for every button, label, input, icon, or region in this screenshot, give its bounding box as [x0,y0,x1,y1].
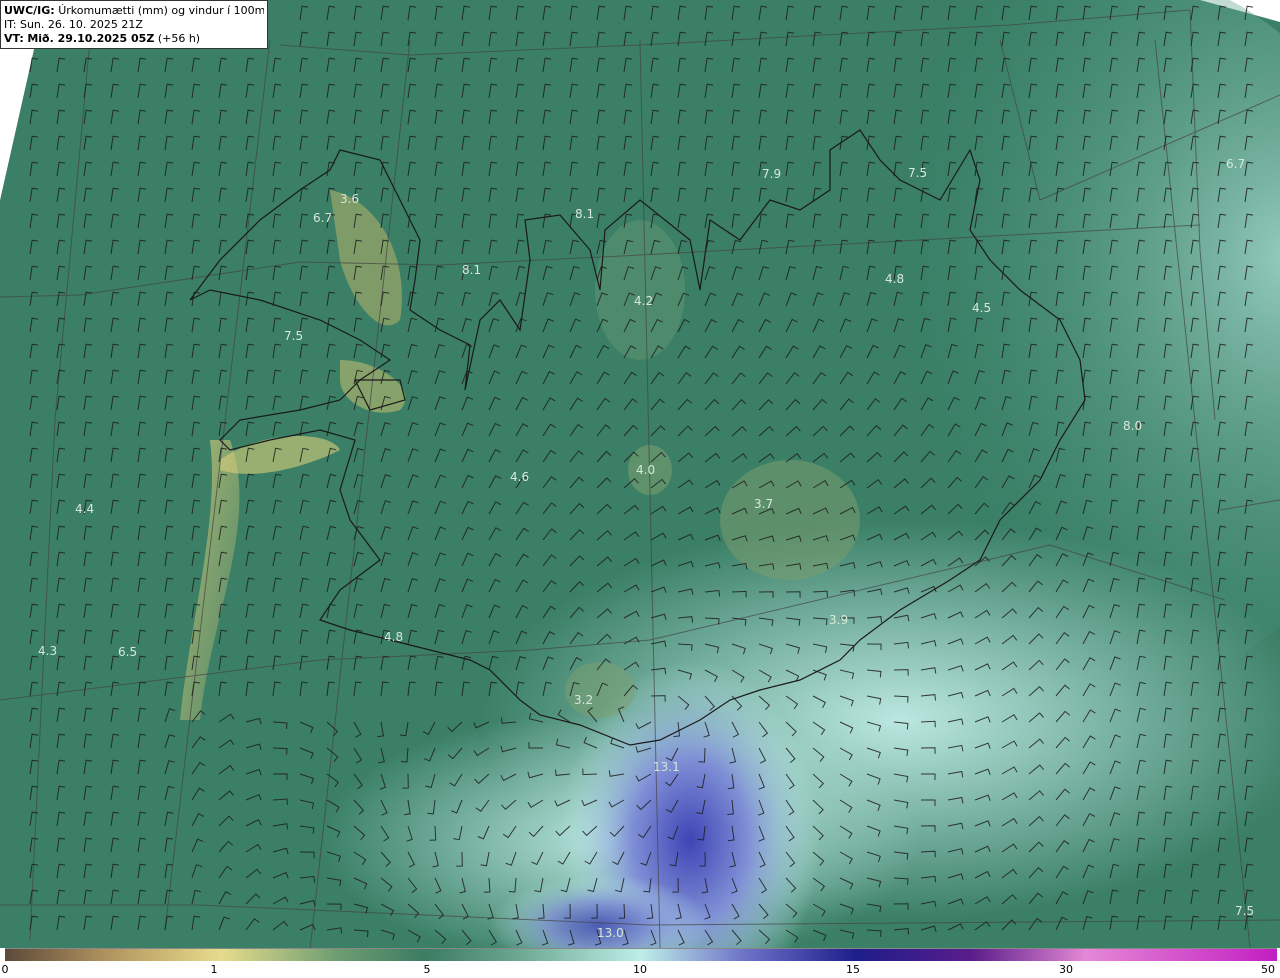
map-label: 4.3 [38,644,57,658]
precipitation-wind-map: 3.6 6.7 8.1 8.1 7.9 7.5 6.7 4.2 4.8 4.5 … [0,0,1280,948]
colorbar-tick: 30 [1059,963,1073,976]
map-label: 4.0 [636,463,655,477]
map-label: 7.5 [1235,904,1254,918]
colorbar-tick: 15 [846,963,860,976]
valid-time: Mið. 29.10.2025 05Z [27,32,155,45]
map-label: 4.4 [75,502,94,516]
map-label: 4.6 [510,470,529,484]
map-label: 3.9 [829,613,848,627]
map-label: 7.5 [284,329,303,343]
product-description: Úrkomumætti (mm) og vindur í 100m hæð [58,4,264,17]
colorbar-tick: 50 [1261,963,1275,976]
colorbar-tick: 0 [1,963,9,976]
map-label: 3.6 [340,192,359,206]
colorbar-tick: 10 [633,963,647,976]
valid-label: VT: [4,32,24,45]
map-label: 3.7 [754,497,773,511]
map-label: 6.7 [313,211,332,225]
map-label: 8.1 [462,263,481,277]
map-label: 13.1 [653,760,680,774]
map-label: 7.5 [908,166,927,180]
colorbar-tick: 1 [210,963,218,976]
map-label: 8.0 [1123,419,1142,433]
colorbar [5,948,1277,961]
colorbar-legend: 0 1 5 10 15 30 50 [0,948,1280,978]
map-label: 4.8 [384,630,403,644]
map-label: 6.7 [1226,157,1245,171]
map-label: 4.8 [885,272,904,286]
product-name: UWC/IG: [4,4,55,17]
map-label: 13.0 [597,926,624,940]
map-label: 8.1 [575,207,594,221]
map-label: 4.5 [972,301,991,315]
issue-time: IT: Sun. 26. 10. 2025 21Z [4,18,143,31]
map-label: 3.2 [574,693,593,707]
map-label: 4.2 [634,294,653,308]
map-label: 7.9 [762,167,781,181]
forecast-info-box: UWC/IG: Úrkomumætti (mm) og vindur í 100… [0,0,268,49]
lead-time: (+56 h) [157,32,201,45]
map-label: 6.5 [118,645,137,659]
colorbar-tick: 5 [423,963,431,976]
